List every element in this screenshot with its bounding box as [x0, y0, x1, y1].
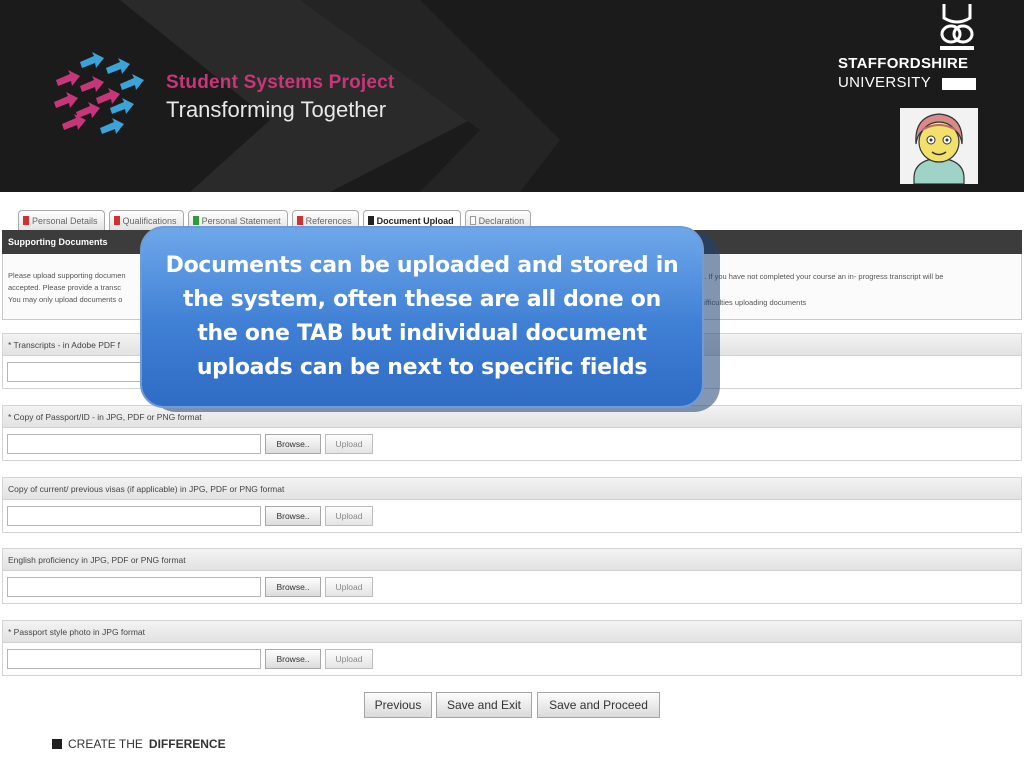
field-label: English proficiency in JPG, PDF or PNG f…: [3, 549, 1021, 571]
annotation-callout: Documents can be uploaded and stored in …: [140, 226, 704, 408]
field-label: * Passport style photo in JPG format: [3, 621, 1021, 643]
footer-strong: DIFFERENCE: [148, 737, 226, 751]
status-empty-icon: [469, 216, 476, 225]
browse-button[interactable]: Browse..: [265, 434, 321, 454]
english-proficiency-file-input[interactable]: [7, 577, 261, 597]
student-avatar-icon: [900, 108, 978, 184]
university-name-line1: STAFFORDSHIRE: [838, 55, 969, 72]
footer-prefix: CREATE THE: [68, 737, 143, 751]
footer-tagline: CREATE THE DIFFERENCE: [52, 737, 226, 751]
tab-personal-details[interactable]: Personal Details: [18, 210, 105, 230]
tab-label: Qualifications: [122, 215, 177, 226]
visas-file-input[interactable]: [7, 506, 261, 526]
save-proceed-button[interactable]: Save and Proceed: [537, 692, 660, 718]
passport-id-file-input[interactable]: [7, 434, 261, 454]
browse-button[interactable]: Browse..: [265, 649, 321, 669]
upload-button[interactable]: Upload: [325, 434, 373, 454]
field-passport-photo: * Passport style photo in JPG format Bro…: [2, 620, 1022, 676]
field-passport-id: * Copy of Passport/ID - in JPG, PDF or P…: [2, 405, 1022, 461]
university-name-bar: [942, 78, 976, 90]
square-bullet-icon: [52, 739, 62, 749]
arrows-logo-icon: [54, 52, 144, 134]
university-crest-icon: [940, 4, 974, 50]
upload-button[interactable]: Upload: [325, 577, 373, 597]
status-red-icon: [23, 216, 29, 225]
project-subtitle: Transforming Together: [166, 97, 387, 122]
header-banner: Student Systems Project Transforming Tog…: [0, 0, 1024, 192]
tab-label: Declaration: [478, 215, 525, 226]
previous-button[interactable]: Previous: [364, 692, 432, 718]
status-red-icon: [113, 216, 120, 225]
upload-button[interactable]: Upload: [325, 649, 373, 669]
status-current-icon: [367, 216, 374, 225]
status-red-icon: [296, 216, 303, 225]
tab-label: Document Upload: [376, 215, 454, 226]
field-visas: Copy of current/ previous visas (if appl…: [2, 477, 1022, 533]
tab-label: Personal Details: [32, 215, 98, 226]
tab-label: References: [305, 215, 352, 226]
field-label: Copy of current/ previous visas (if appl…: [3, 478, 1021, 500]
callout-text: Documents can be uploaded and stored in …: [165, 253, 679, 380]
university-name-line2: UNIVERSITY: [838, 74, 932, 91]
upload-button[interactable]: Upload: [325, 506, 373, 526]
save-exit-button[interactable]: Save and Exit: [436, 692, 532, 718]
tab-label: Personal Statement: [201, 215, 281, 226]
instruction-continued: n. If you have not completed your course…: [700, 272, 944, 281]
browse-button[interactable]: Browse..: [265, 577, 321, 597]
browse-button[interactable]: Browse..: [265, 506, 321, 526]
banner-background-arrow: [120, 0, 560, 192]
status-green-icon: [192, 216, 199, 225]
field-english-proficiency: English proficiency in JPG, PDF or PNG f…: [2, 548, 1022, 604]
passport-photo-file-input[interactable]: [7, 649, 261, 669]
project-title: Student Systems Project: [166, 72, 395, 93]
